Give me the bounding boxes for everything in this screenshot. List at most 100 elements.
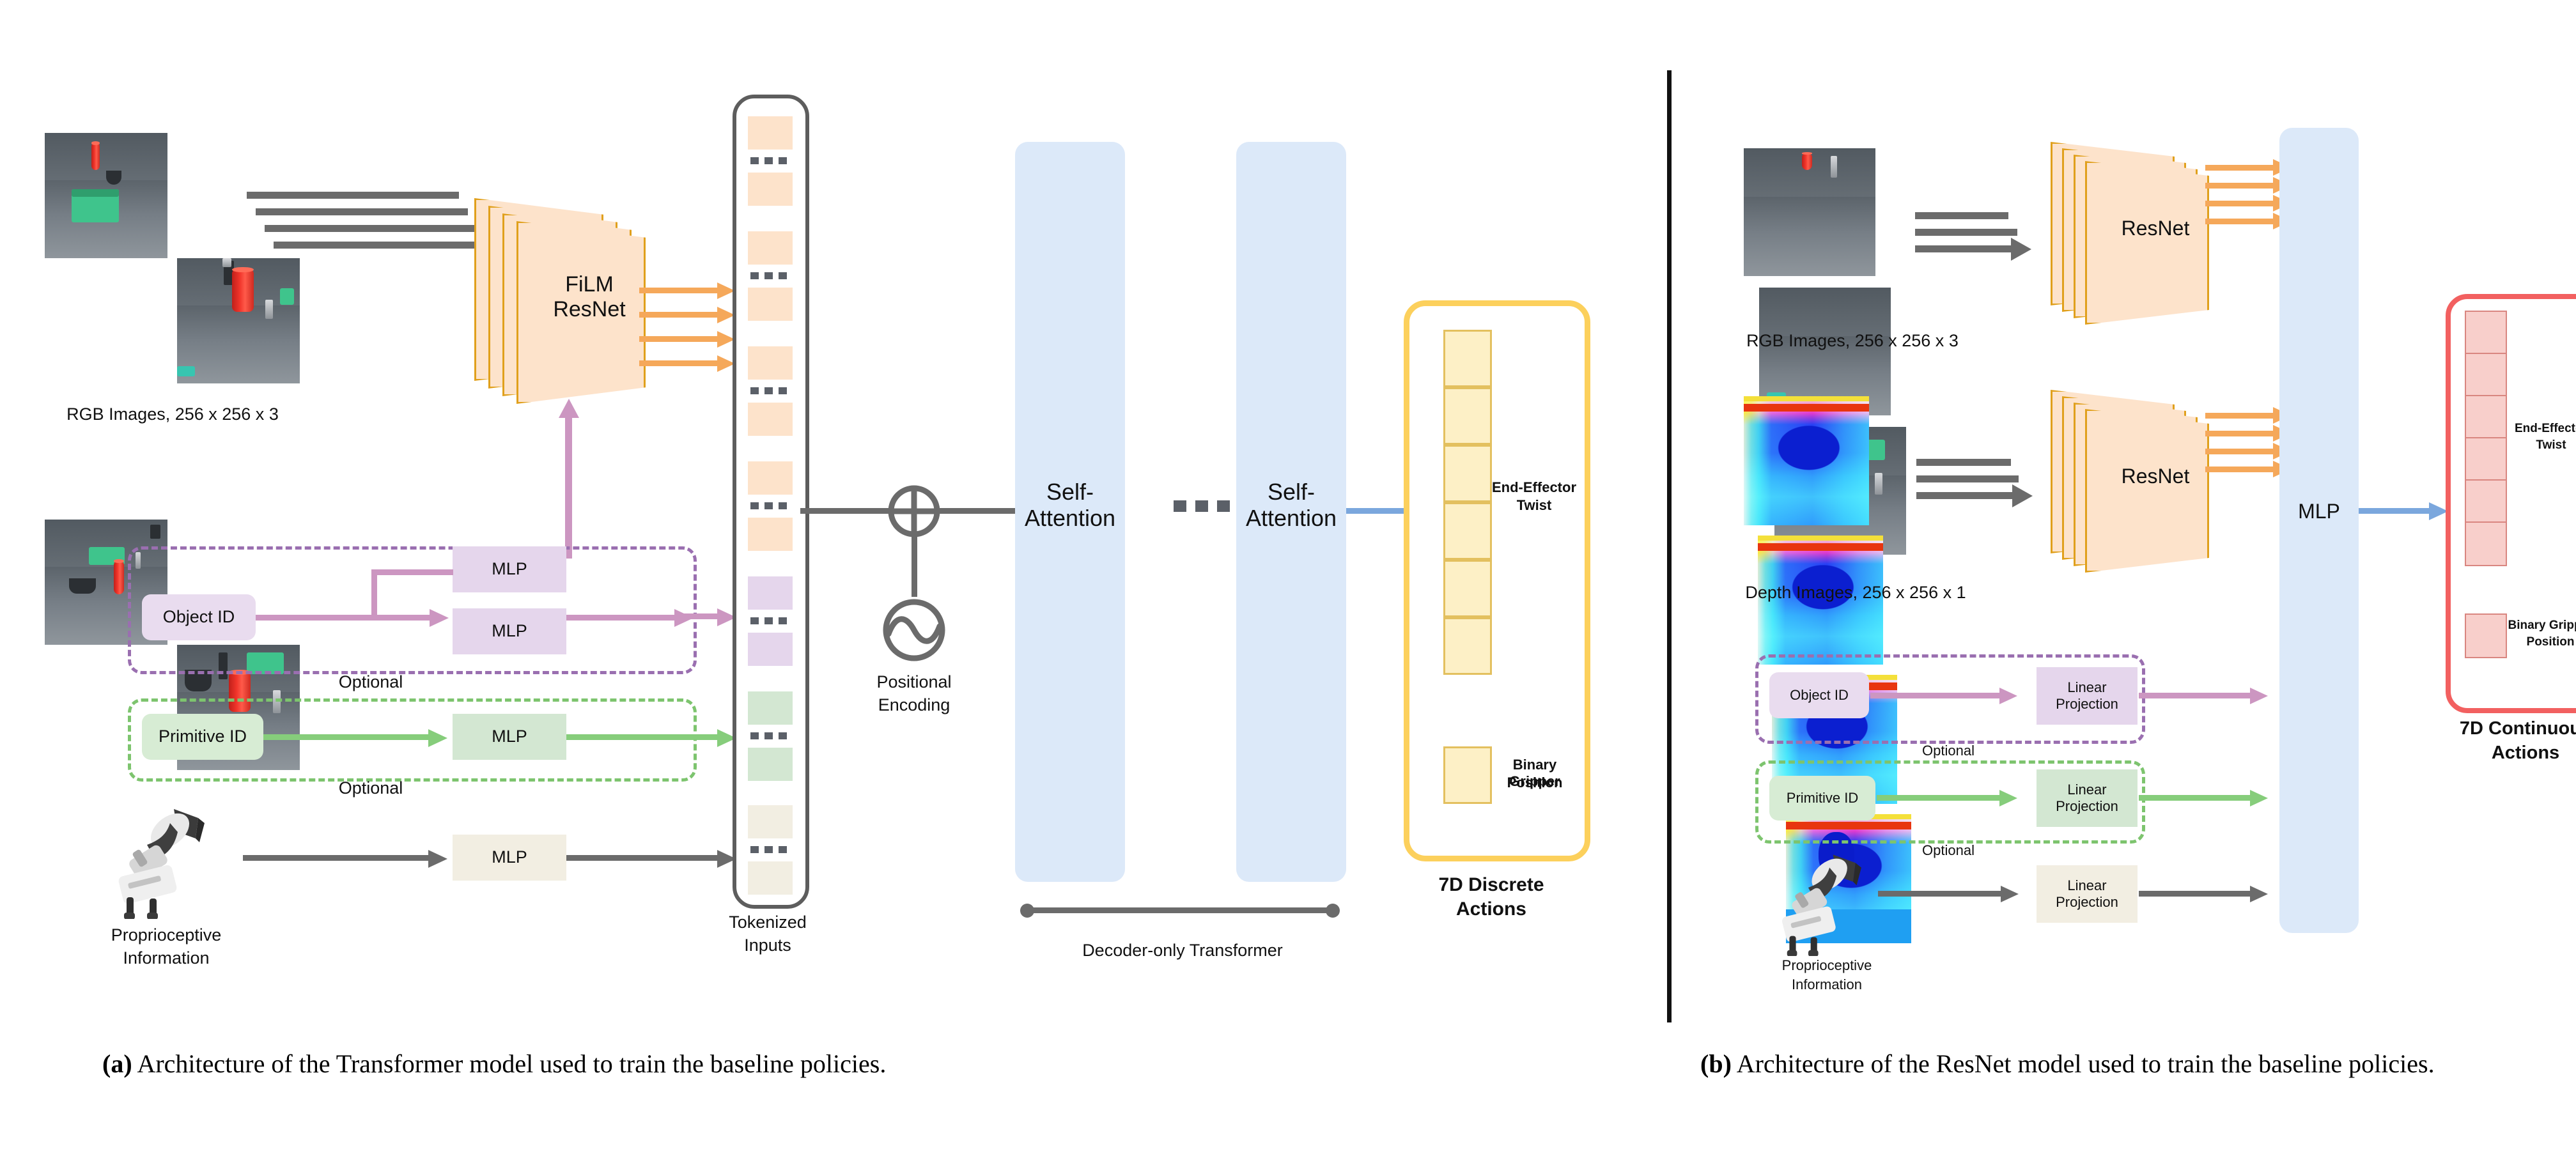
primitive-id-box-a[interactable]: Primitive ID bbox=[142, 714, 263, 760]
linear-projection-proprio-b[interactable]: Linear Projection bbox=[2037, 865, 2138, 923]
positional-encoding-stem bbox=[912, 537, 917, 597]
token-object-1 bbox=[748, 576, 793, 610]
twist-cell-6 bbox=[1443, 617, 1492, 675]
tokenized-inputs-label-line1: Tokenized bbox=[729, 913, 807, 932]
twist-cell-4 bbox=[1443, 502, 1492, 560]
token-image-1 bbox=[748, 116, 793, 150]
object-id-label-b: Object ID bbox=[1790, 687, 1849, 704]
optional-label-object-a: Optional bbox=[338, 672, 403, 692]
primitive-id-arrow-b bbox=[1877, 790, 2037, 806]
robot-gripper-icon-a bbox=[102, 804, 224, 920]
token-ellipsis-2 bbox=[750, 272, 787, 279]
twist-cell-b-5 bbox=[2465, 479, 2507, 524]
token-image-5 bbox=[748, 346, 793, 380]
linear-projection-object-b[interactable]: Linear Projection bbox=[2037, 667, 2138, 725]
token-image-7 bbox=[748, 461, 793, 495]
rgb-tile-1 bbox=[45, 133, 167, 258]
caption-a: (a) Architecture of the Transformer mode… bbox=[102, 1047, 1585, 1081]
twist-cell-b-1 bbox=[2465, 311, 2507, 355]
depth-images-label-b: Depth Images, 256 x 256 x 1 bbox=[1745, 583, 1966, 602]
linear-projection-primitive-b[interactable]: Linear Projection bbox=[2037, 769, 2138, 827]
token-ellipsis-5 bbox=[750, 617, 787, 624]
primitive-projection-to-mlp-arrow bbox=[2139, 790, 2279, 806]
self-attention-1-line2: Attention bbox=[1024, 505, 1116, 531]
decoder-only-transformer-label: Decoder-only Transformer bbox=[1082, 941, 1283, 960]
token-image-8 bbox=[748, 518, 793, 551]
primitive-id-box-b[interactable]: Primitive ID bbox=[1769, 776, 1875, 821]
end-effector-twist-label-b-line2: Twist bbox=[2536, 438, 2566, 452]
end-effector-twist-label-b-line1: End-Effector bbox=[2515, 422, 2576, 435]
end-effector-twist-label-a-line1: End-Effector bbox=[1492, 479, 1576, 495]
caption-b: (b) Architecture of the ResNet model use… bbox=[1700, 1047, 2531, 1081]
object-projection-to-mlp-arrow bbox=[2139, 688, 2279, 704]
positional-encoding-label-line2: Encoding bbox=[878, 695, 950, 714]
positional-encoding-label-line1: Positional bbox=[876, 672, 952, 691]
positional-sum-node bbox=[886, 483, 942, 539]
end-effector-twist-label-a-line2: Twist bbox=[1516, 497, 1552, 513]
continuous-actions-caption-line2: Actions bbox=[2491, 743, 2560, 763]
token-object-2 bbox=[748, 633, 793, 666]
object-id-arrow-b bbox=[1870, 688, 2030, 704]
positional-encoding-icon bbox=[878, 594, 950, 666]
caption-b-text: Architecture of the ResNet model used to… bbox=[1736, 1049, 2435, 1078]
token-proprio-1 bbox=[748, 805, 793, 838]
discrete-actions-caption-line1: 7D Discrete bbox=[1438, 874, 1544, 895]
tokenized-inputs-column bbox=[733, 95, 809, 909]
token-ellipsis-6 bbox=[750, 732, 787, 739]
token-ellipsis-4 bbox=[750, 502, 787, 509]
resnet-depth-label: ResNet bbox=[2121, 464, 2190, 488]
discrete-actions-caption-line2: Actions bbox=[1455, 898, 1526, 920]
proprioceptive-label-a-line1: Proprioceptive bbox=[111, 925, 222, 945]
binary-gripper-label-a-line2: Position bbox=[1507, 775, 1563, 790]
continuous-actions-caption-line1: 7D Continuous bbox=[2459, 718, 2576, 739]
rgb-image-stack-b bbox=[1744, 148, 1936, 555]
tokenized-inputs-label-line2: Inputs bbox=[744, 936, 791, 955]
linear-projection-object-line2: Projection bbox=[2056, 696, 2118, 712]
caption-b-marker: (b) bbox=[1700, 1049, 1732, 1078]
twist-cell-b-2 bbox=[2465, 353, 2507, 397]
resnet-rgb-label: ResNet bbox=[2121, 216, 2190, 240]
self-attention-1-line1: Self- bbox=[1046, 478, 1094, 505]
mlp-fusion-label-b: MLP bbox=[2279, 492, 2359, 530]
object-id-wiring bbox=[256, 546, 703, 674]
token-image-6 bbox=[748, 403, 793, 436]
depth-image-stack-b bbox=[1744, 396, 1936, 943]
object-token-arrow bbox=[678, 608, 741, 626]
robot-gripper-icon-b bbox=[1767, 850, 1879, 957]
token-primitive-1 bbox=[748, 691, 793, 725]
rgb-images-label-b: RGB Images, 256 x 256 x 3 bbox=[1746, 331, 1959, 350]
twist-cell-5 bbox=[1443, 560, 1492, 617]
token-image-2 bbox=[748, 173, 793, 206]
primitive-id-label-a: Primitive ID bbox=[158, 727, 247, 746]
object-id-label-a: Object ID bbox=[162, 607, 235, 627]
token-ellipsis-3 bbox=[750, 387, 787, 394]
twist-cell-2 bbox=[1443, 387, 1492, 445]
linear-projection-object-line1: Linear bbox=[2067, 679, 2107, 696]
depth-to-resnet-arrows-b bbox=[1916, 459, 2057, 510]
depth-stack-layer-1 bbox=[1744, 396, 1869, 525]
object-id-box-a[interactable]: Object ID bbox=[142, 594, 256, 640]
optional-label-object-b: Optional bbox=[1922, 743, 1975, 759]
twist-cell-1 bbox=[1443, 330, 1492, 387]
decoder-only-bracket bbox=[1020, 904, 1340, 918]
mlp-fusion-column-b bbox=[2279, 128, 2359, 933]
linear-projection-primitive-line1: Linear bbox=[2067, 782, 2107, 798]
self-attention-2-line2: Attention bbox=[1245, 505, 1337, 531]
film-resnet-label-line2: ResNet bbox=[553, 297, 626, 321]
token-ellipsis-1 bbox=[750, 157, 787, 164]
twist-cell-b-4 bbox=[2465, 437, 2507, 482]
mlp-fusion-text-b: MLP bbox=[2298, 499, 2340, 523]
twist-cell-b-6 bbox=[2465, 521, 2507, 566]
object-id-box-b[interactable]: Object ID bbox=[1769, 672, 1869, 718]
token-image-3 bbox=[748, 231, 793, 265]
token-ellipsis-7 bbox=[750, 846, 787, 853]
rgb-images-label-a: RGB Images, 256 x 256 x 3 bbox=[66, 405, 279, 424]
proprioceptive-label-b-line2: Information bbox=[1791, 976, 1863, 992]
continuous-twist-cells bbox=[2465, 311, 2507, 566]
primitive-id-label-b: Primitive ID bbox=[1786, 790, 1859, 806]
panel-b: RGB Images, 256 x 256 x 3 ResNet Depth I… bbox=[1667, 0, 2576, 1010]
rgb-tile-2 bbox=[177, 258, 300, 383]
proprio-arrow-b bbox=[1878, 886, 2038, 902]
gripper-cell-b bbox=[2465, 613, 2507, 658]
panel-a: RGB Images, 256 x 256 x 3 FiLM ResNet Ob… bbox=[0, 0, 1636, 1010]
